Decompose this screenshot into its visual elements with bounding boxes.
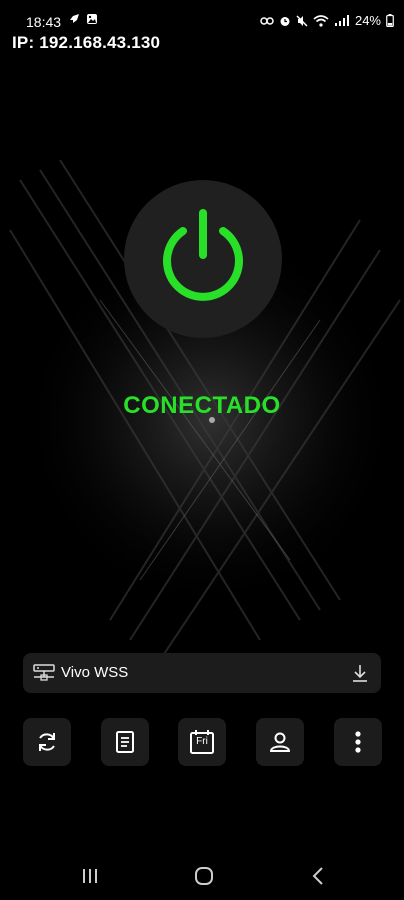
action-toolbar: Fri [0, 718, 404, 768]
account-button[interactable] [256, 718, 304, 766]
battery-icon [386, 14, 394, 27]
more-options-button[interactable] [334, 718, 382, 766]
power-button[interactable] [124, 180, 282, 338]
ip-address-label: IP: 192.168.43.130 [12, 33, 161, 52]
status-bar: 18:43 24% [0, 0, 404, 34]
status-time: 18:43 [26, 14, 62, 30]
refresh-button[interactable] [23, 718, 71, 766]
recents-button[interactable] [70, 864, 110, 888]
calendar-button[interactable]: Fri [178, 718, 226, 766]
back-button[interactable] [298, 864, 338, 888]
connection-status: CONECTADO [123, 392, 281, 419]
user-icon [269, 732, 291, 752]
logs-button[interactable] [101, 718, 149, 766]
more-icon [355, 731, 361, 753]
battery-percent: 24% [354, 13, 381, 28]
download-icon[interactable] [351, 663, 369, 683]
link-icon [260, 16, 274, 25]
server-icon [33, 664, 55, 681]
mute-icon [296, 14, 308, 27]
server-selector[interactable]: Vivo WSS [23, 653, 381, 693]
wifi-icon [313, 14, 329, 27]
alarm-icon [280, 16, 290, 26]
home-button[interactable] [184, 864, 224, 888]
home-icon [195, 867, 213, 885]
calendar-day-label: Fri [196, 736, 208, 747]
signal-icon [334, 14, 349, 26]
refresh-icon [39, 733, 55, 751]
back-icon [312, 867, 323, 885]
rocket-icon [70, 14, 79, 23]
recents-icon [83, 869, 97, 883]
power-icon [163, 209, 243, 301]
system-nav-bar [0, 850, 404, 900]
image-icon [87, 14, 97, 24]
document-icon [116, 731, 134, 753]
server-name: Vivo WSS [61, 664, 129, 681]
